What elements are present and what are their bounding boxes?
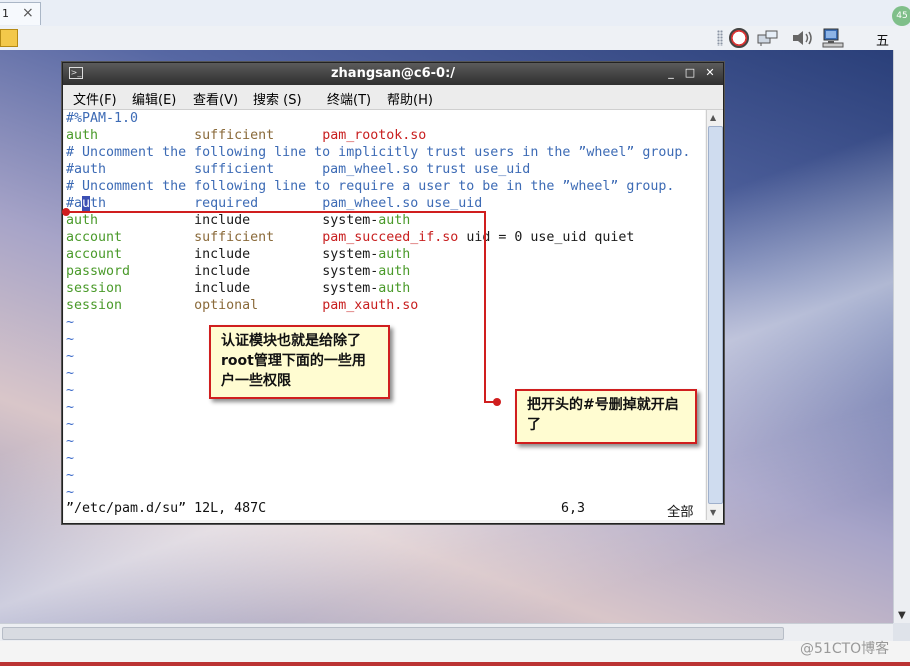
callout-auth-note: 认证模块也就是给除了root管理下面的一些用户一些权限 — [209, 325, 390, 399]
annotation-connectors — [62, 208, 501, 406]
callout-uncomment-note: 把开头的#号删掉就开启了 — [515, 389, 697, 444]
